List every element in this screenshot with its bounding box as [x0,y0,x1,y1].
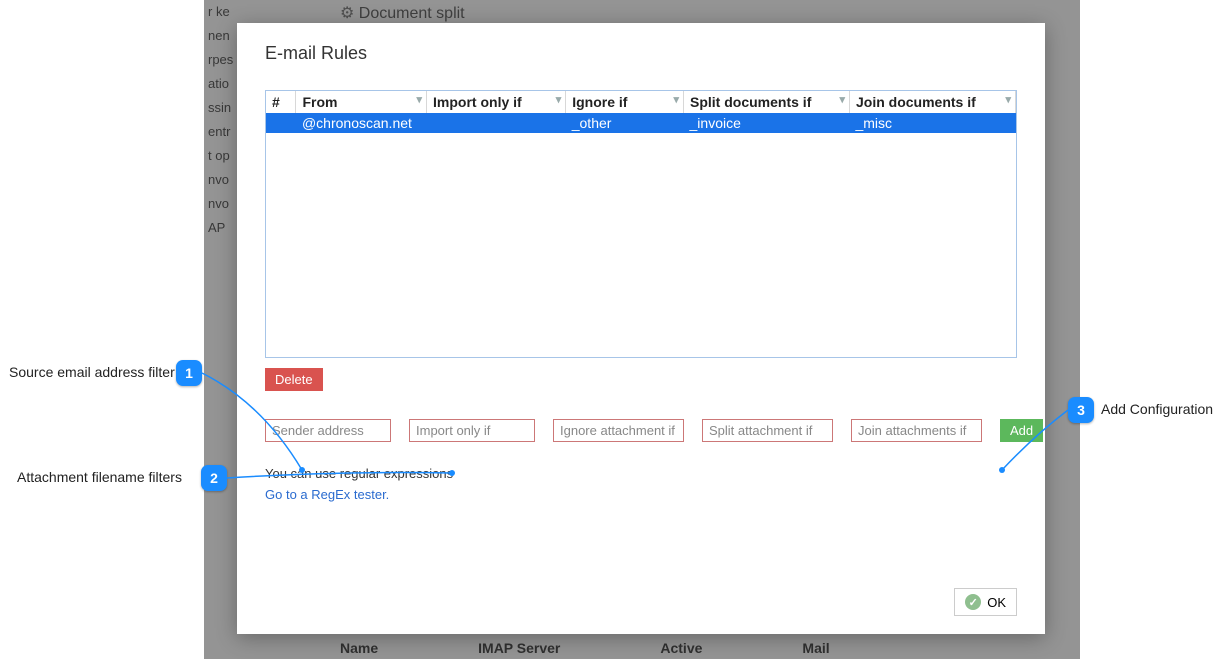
cell-split-if: _invoice [684,113,850,133]
callout-3-label: Add Configuration [1101,401,1213,417]
col-ignore-if[interactable]: Ignore if▾ [566,91,684,113]
check-icon: ✓ [965,594,981,610]
cell-import-only-if [427,113,566,133]
callout-3-bubble: 3 [1068,397,1094,423]
sort-icon[interactable]: ▾ [556,95,562,106]
sender-address-input[interactable] [265,419,391,442]
col-import-only-if[interactable]: Import only if▾ [427,91,566,113]
cell-from: @chronoscan.net [296,113,427,133]
email-rules-dialog: E-mail Rules # From▾ Import only if▾ Ign… [237,23,1045,634]
col-number[interactable]: # [266,91,296,113]
ok-button[interactable]: ✓ OK [954,588,1017,616]
cell-number [266,113,296,133]
dialog-title: E-mail Rules [265,43,1017,64]
col-join-if[interactable]: Join documents if▾ [849,91,1015,113]
add-button[interactable]: Add [1000,419,1043,442]
col-split-if[interactable]: Split documents if▾ [684,91,850,113]
cell-ignore-if: _other [566,113,684,133]
cell-join-if: _misc [849,113,1015,133]
sort-icon[interactable]: ▾ [673,95,679,106]
sort-icon[interactable]: ▾ [839,95,845,106]
ok-label: OK [987,595,1006,610]
regex-tester-link[interactable]: Go to a RegEx tester. [265,487,1017,502]
callout-2-bubble: 2 [201,465,227,491]
import-only-if-input[interactable] [409,419,535,442]
sort-icon[interactable]: ▾ [1005,95,1011,106]
grid-header-row: # From▾ Import only if▾ Ignore if▾ Split… [266,91,1016,113]
sort-icon[interactable]: ▾ [417,95,423,106]
col-from[interactable]: From▾ [296,91,427,113]
callout-1-label: Source email address filter [9,364,175,380]
split-attachment-input[interactable] [702,419,833,442]
rules-grid[interactable]: # From▾ Import only if▾ Ignore if▾ Split… [265,90,1017,358]
regex-note: You can use regular expressions [265,466,1017,481]
callout-1-bubble: 1 [176,360,202,386]
ignore-attachment-input[interactable] [553,419,684,442]
add-rule-row: Add [265,419,1017,442]
join-attachments-input[interactable] [851,419,982,442]
table-row[interactable]: @chronoscan.net _other _invoice _misc [266,113,1016,133]
delete-button[interactable]: Delete [265,368,323,391]
callout-2-label: Attachment filename filters [17,469,182,485]
